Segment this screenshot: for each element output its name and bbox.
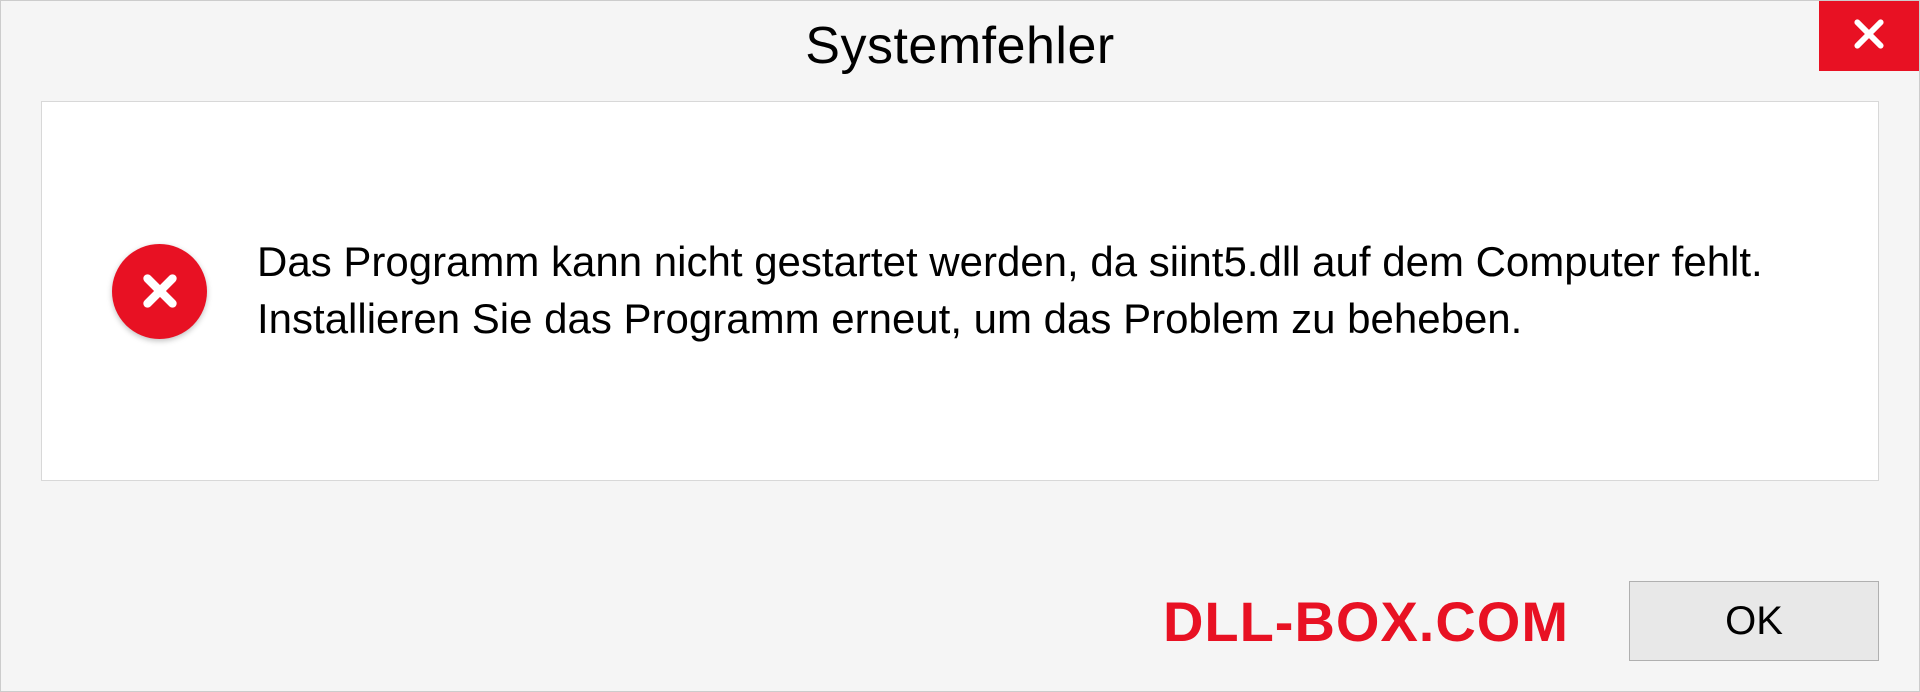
dialog-title: Systemfehler bbox=[805, 16, 1114, 76]
close-button[interactable] bbox=[1819, 1, 1919, 71]
close-icon bbox=[1849, 14, 1889, 59]
error-dialog: Systemfehler Das Programm kann nicht ges… bbox=[0, 0, 1920, 692]
dialog-footer: DLL-BOX.COM OK bbox=[41, 581, 1879, 661]
error-icon bbox=[112, 244, 207, 339]
content-panel: Das Programm kann nicht gestartet werden… bbox=[41, 101, 1879, 481]
ok-button[interactable]: OK bbox=[1629, 581, 1879, 661]
ok-button-label: OK bbox=[1725, 599, 1783, 644]
watermark-text: DLL-BOX.COM bbox=[1163, 589, 1569, 654]
error-message: Das Programm kann nicht gestartet werden… bbox=[257, 234, 1807, 347]
title-bar: Systemfehler bbox=[1, 1, 1919, 91]
